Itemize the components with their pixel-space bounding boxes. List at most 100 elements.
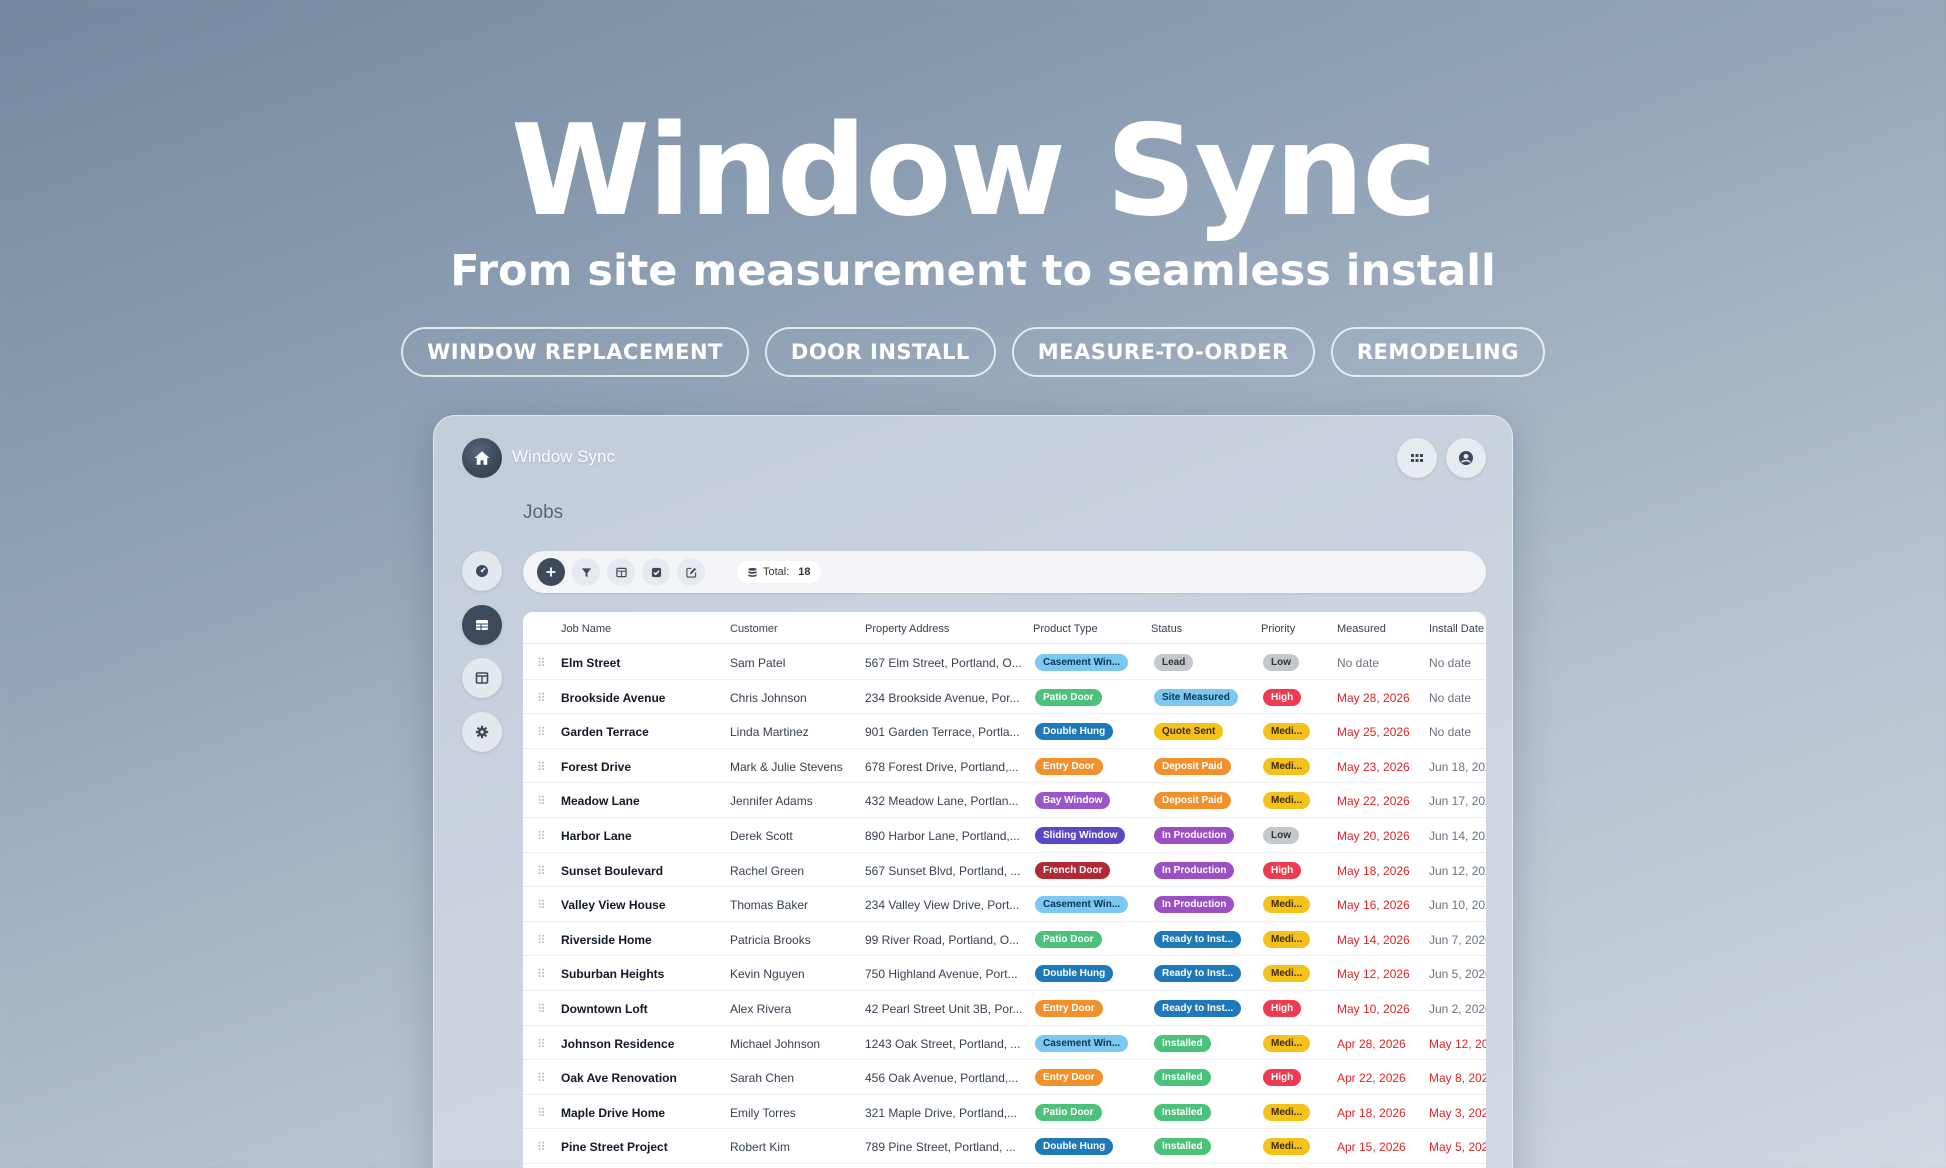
drag-handle-icon[interactable]: ⠿	[537, 691, 546, 705]
table-row[interactable]: ⠿ Garden Terrace Linda Martinez 901 Garden …	[523, 714, 1486, 749]
apps-button[interactable]	[1397, 438, 1437, 478]
job-name: Elm Street	[561, 656, 621, 670]
job-name: Sunset Boulevard	[561, 863, 664, 878]
nav-dashboard[interactable]	[462, 551, 502, 591]
measured-date: Apr 18, 2026	[1337, 1105, 1406, 1120]
add-job-button[interactable]	[537, 558, 565, 586]
column-header[interactable]: Customer	[730, 623, 778, 635]
measured-date: May 10, 2026	[1337, 1002, 1410, 1016]
product-type-badge: Bay Window	[1035, 792, 1111, 810]
edit-button[interactable]	[677, 558, 705, 586]
customer-name: Emily Torres	[730, 1105, 796, 1120]
product-type-badge: Casement Win...	[1035, 896, 1129, 914]
settings-icon	[475, 725, 489, 739]
home-button[interactable]	[462, 438, 502, 478]
column-header[interactable]: Property Address	[865, 623, 949, 635]
column-header[interactable]: Job Name	[561, 623, 611, 635]
product-type-badge: Casement Win...	[1035, 1034, 1129, 1052]
table-row[interactable]: ⠿ Oak Ave Renovation Sarah Chen 456 Oak Ave…	[523, 1060, 1486, 1095]
property-address: 789 Pine Street, Portland, ...	[865, 1140, 1016, 1155]
install-date: No date	[1429, 725, 1472, 740]
install-date: Jun 10, 2026	[1429, 898, 1486, 913]
priority-badge: Medi...	[1263, 896, 1311, 914]
install-date: May 12, 2026	[1429, 1036, 1486, 1051]
drag-handle-icon[interactable]: ⠿	[537, 898, 546, 912]
drag-handle-icon[interactable]: ⠿	[537, 1140, 546, 1154]
table-row[interactable]: ⠿ Johnson Residence Michael Johnson 1243 Oa…	[523, 1026, 1486, 1061]
account-icon	[1459, 451, 1473, 465]
table-row[interactable]: ⠿ Elm Street Sam Patel 567 Elm Street, Port…	[523, 645, 1486, 680]
table-row[interactable]: ⠿ Brookside Avenue Chris Johnson 234 Brooks…	[523, 680, 1486, 715]
property-address: 750 Highland Avenue, Port...	[865, 967, 1018, 982]
filter-button[interactable]	[572, 558, 600, 586]
drag-handle-icon[interactable]: ⠿	[537, 933, 546, 947]
drag-handle-icon[interactable]: ⠿	[537, 1002, 546, 1016]
nav-settings[interactable]	[462, 712, 502, 752]
column-header[interactable]: Status	[1151, 623, 1182, 635]
tag-window-replacement: WINDOW REPLACEMENT	[401, 327, 749, 377]
property-address: 678 Forest Drive, Portland,...	[865, 759, 1019, 774]
drag-handle-icon[interactable]: ⠿	[537, 967, 546, 981]
property-address: 42 Pearl Street Unit 3B, Por...	[865, 1002, 1023, 1016]
install-date: May 3, 2026	[1429, 1105, 1486, 1120]
account-button[interactable]	[1446, 438, 1486, 478]
table-row[interactable]: ⠿ Meadow Lane Jennifer Adams 432 Meadow Lan…	[523, 783, 1486, 818]
columns-button[interactable]	[607, 558, 635, 586]
drag-handle-icon[interactable]: ⠿	[537, 829, 546, 843]
install-date: May 8, 2026	[1429, 1071, 1486, 1086]
drag-handle-icon[interactable]: ⠿	[537, 1106, 546, 1120]
install-date: Jun 18, 2026	[1429, 759, 1486, 774]
customer-name: Mark & Julie Stevens	[730, 759, 843, 774]
table-row[interactable]: ⠿ Maple Drive Home Emily Torres 321 Maple D…	[523, 1095, 1486, 1130]
status-badge: Installed	[1154, 1103, 1211, 1121]
drag-handle-icon[interactable]: ⠿	[537, 725, 546, 739]
drag-handle-icon[interactable]: ⠿	[537, 794, 546, 808]
status-badge: In Production	[1154, 861, 1235, 879]
hero-subtitle: From site measurement to seamless instal…	[450, 246, 1496, 296]
nav-jobs-table[interactable]	[462, 605, 502, 645]
table-row[interactable]: ⠿ Suburban Heights Kevin Nguyen 750 Highlan…	[523, 956, 1486, 991]
customer-name: Sam Patel	[730, 656, 786, 670]
table-row[interactable]: ⠿ Sunset Boulevard Rachel Green 567 Sunset …	[523, 853, 1486, 888]
priority-badge: Medi...	[1263, 757, 1311, 775]
filter-icon	[581, 567, 591, 577]
priority-badge: Medi...	[1263, 723, 1311, 741]
status-badge: In Production	[1154, 896, 1235, 914]
column-header[interactable]: Product Type	[1033, 623, 1098, 635]
install-date: Jun 17, 2026	[1429, 794, 1486, 809]
priority-badge: High	[1263, 861, 1302, 879]
nav-board[interactable]	[462, 658, 502, 698]
column-header[interactable]: Priority	[1261, 623, 1295, 635]
table-row[interactable]: ⠿ Valley View House Thomas Baker 234 Valley…	[523, 887, 1486, 922]
customer-name: Derek Scott	[730, 829, 793, 843]
drag-handle-icon[interactable]: ⠿	[537, 1071, 546, 1085]
column-header[interactable]: Install Date	[1429, 623, 1484, 635]
job-name: Garden Terrace	[561, 725, 649, 740]
measured-date: May 25, 2026	[1337, 725, 1410, 740]
tag-list: WINDOW REPLACEMENT DOOR INSTALL MEASURE-…	[0, 327, 1946, 377]
table-row[interactable]: ⠿ Downtown Loft Alex Rivera 42 Pearl Street…	[523, 991, 1486, 1026]
jobs-table: Job Name Customer Property Address Produ…	[523, 612, 1486, 1168]
column-header[interactable]: Measured	[1337, 623, 1386, 635]
priority-badge: High	[1263, 1069, 1302, 1087]
drag-handle-icon[interactable]: ⠿	[537, 656, 546, 670]
status-badge: Quote Sent	[1154, 723, 1224, 741]
measured-date: May 14, 2026	[1337, 932, 1410, 947]
drag-handle-icon[interactable]: ⠿	[537, 1037, 546, 1051]
customer-name: Michael Johnson	[730, 1036, 821, 1051]
home-icon	[474, 451, 490, 465]
property-address: 567 Sunset Blvd, Portland, ...	[865, 863, 1021, 878]
drag-handle-icon[interactable]: ⠿	[537, 864, 546, 878]
total-value: 18	[798, 566, 811, 578]
install-date: May 5, 2026	[1429, 1140, 1486, 1155]
table-row[interactable]: ⠿ Forest Drive Mark & Julie Stevens 678 For…	[523, 749, 1486, 784]
priority-badge: Medi...	[1263, 1103, 1311, 1121]
table-row[interactable]: ⠿ Harbor Lane Derek Scott 890 Harbor Lane, …	[523, 818, 1486, 853]
product-type-badge: Double Hung	[1035, 965, 1114, 983]
table-row[interactable]: ⠿ Riverside Home Patricia Brooks 99 River R…	[523, 922, 1486, 957]
select-button[interactable]	[642, 558, 670, 586]
table-row[interactable]: ⠿ Pine Street Project Robert Kim 789 Pine S…	[523, 1129, 1486, 1164]
priority-badge: Medi...	[1263, 930, 1311, 948]
priority-badge: Medi...	[1263, 1034, 1311, 1052]
drag-handle-icon[interactable]: ⠿	[537, 760, 546, 774]
